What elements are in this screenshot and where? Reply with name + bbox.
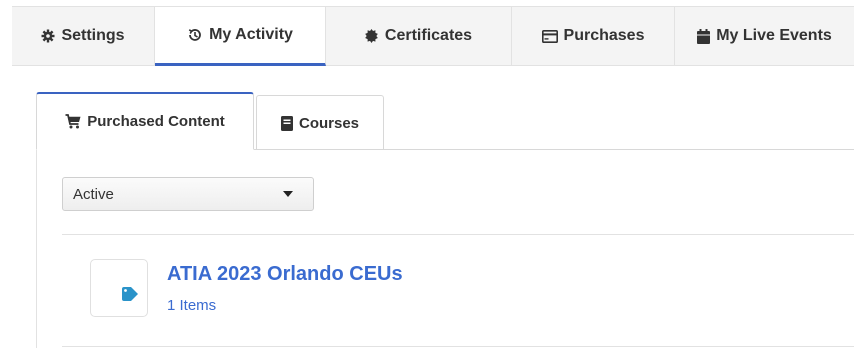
item-thumbnail[interactable] [90,259,148,317]
tab-courses-label: Courses [298,114,360,132]
gear-icon [41,29,55,43]
tab-settings-label: Settings [61,27,125,44]
item-count-link[interactable]: 1 Items [167,297,216,314]
caret-down-icon [283,191,293,197]
tab-purchased-content[interactable]: Purchased Content [36,92,254,150]
tab-my-live-events[interactable]: My Live Events [675,7,854,65]
status-filter-value: Active [73,185,114,203]
divider [62,234,854,235]
tab-my-activity[interactable]: My Activity [155,7,326,66]
calendar-icon [697,28,711,44]
content-subtabs: Purchased Content Courses [36,92,384,150]
item-title-link[interactable]: ATIA 2023 Orlando CEUs [167,263,403,286]
tab-purchased-content-label: Purchased Content [87,113,225,130]
tab-certificates[interactable]: Certificates [326,7,512,65]
account-tabs: Settings My Activity Certificates Purcha… [12,6,854,66]
credit-card-icon [541,29,558,43]
tab-purchases[interactable]: Purchases [512,7,675,65]
status-filter-select[interactable]: Active [62,177,314,211]
history-icon [187,27,203,43]
divider [62,346,854,347]
certificate-icon [365,29,379,43]
cart-icon [65,114,81,129]
tab-settings[interactable]: Settings [12,7,155,65]
tag-icon [121,287,139,301]
tab-courses[interactable]: Courses [256,95,384,150]
book-icon [280,115,293,131]
tab-my-live-events-label: My Live Events [716,27,832,44]
tab-my-activity-label: My Activity [209,26,293,43]
tab-certificates-label: Certificates [384,27,473,44]
tab-purchases-label: Purchases [563,27,645,44]
